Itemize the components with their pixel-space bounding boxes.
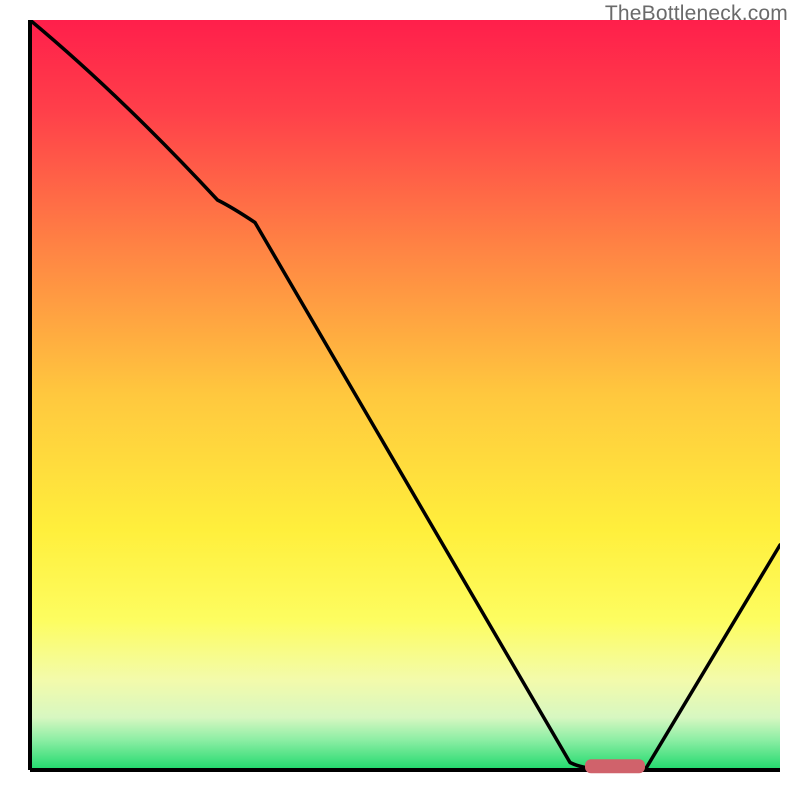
chart-svg xyxy=(20,20,780,780)
chart-frame xyxy=(20,20,780,780)
chart-background xyxy=(30,20,780,770)
optimal-range-marker xyxy=(585,759,645,773)
